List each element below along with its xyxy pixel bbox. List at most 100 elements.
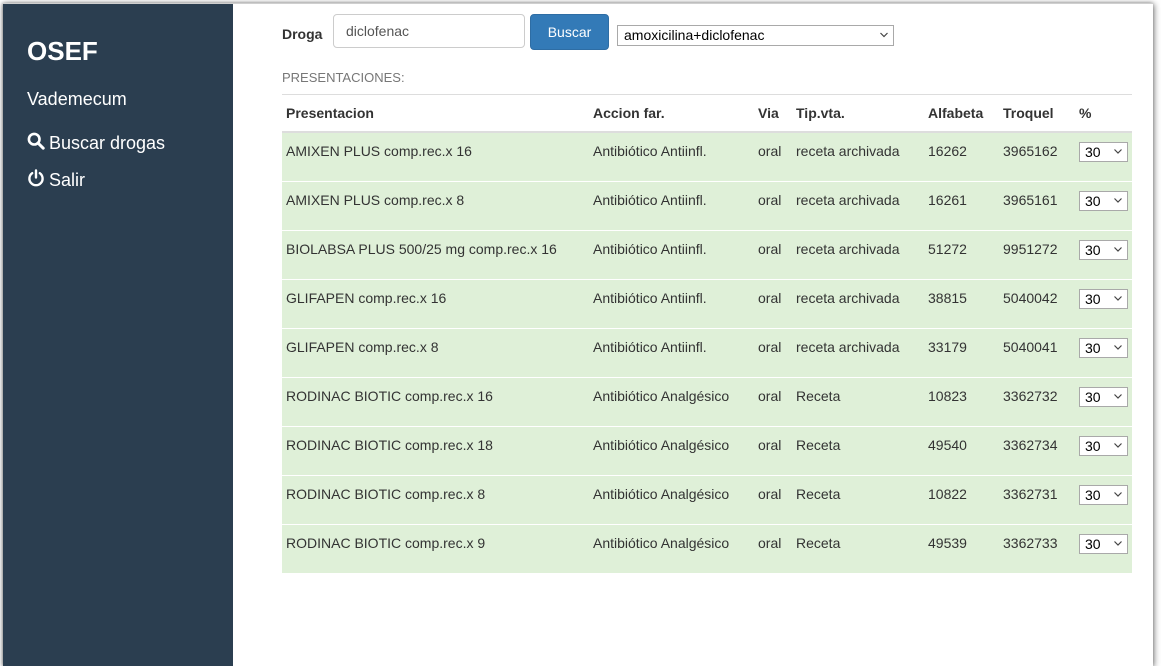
pct-value: 30 [1085, 535, 1101, 552]
pct-select[interactable]: 30 [1079, 386, 1128, 407]
cell-alfabeta: 10823 [924, 376, 999, 426]
col-header-via[interactable]: Via [754, 94, 792, 133]
app-window: OSEF Vademecum Buscar drogas Salir Droga… [3, 3, 1153, 666]
pct-select[interactable]: 30 [1079, 435, 1128, 457]
nav-salir[interactable]: Salir [27, 169, 85, 192]
cell-presentacion: BIOLABSA PLUS 500/25 mg comp.rec.x 16 [282, 229, 589, 279]
chevron-down-icon [1113, 192, 1123, 212]
cell-troquel: 9951272 [999, 229, 1075, 279]
cell-pct: 30 [1075, 327, 1132, 377]
cell-presentacion: RODINAC BIOTIC comp.rec.x 16 [282, 376, 589, 426]
cell-alfabeta: 38815 [924, 278, 999, 328]
cell-presentacion: RODINAC BIOTIC comp.rec.x 8 [282, 474, 589, 524]
cell-accion: Antibiótico Antiinfl. [589, 278, 754, 328]
cell-via: oral [754, 327, 792, 377]
table-row[interactable]: GLIFAPEN comp.rec.x 8 Antibiótico Antiinf… [282, 327, 1132, 377]
cell-via: oral [754, 376, 792, 426]
sidebar: OSEF Vademecum Buscar drogas Salir [3, 4, 233, 666]
cell-pct: 30 [1075, 278, 1132, 328]
cell-via: oral [754, 131, 792, 181]
col-header-accion[interactable]: Accion far. [589, 94, 754, 133]
cell-pct: 30 [1075, 376, 1132, 426]
cell-alfabeta: 16262 [924, 131, 999, 181]
chevron-down-icon [1113, 339, 1123, 359]
presentaciones-table: Presentacion Accion far. Via Tip.vta. Al… [282, 94, 1132, 573]
table-row[interactable]: AMIXEN PLUS comp.rec.x 16 Antibiótico Ant… [282, 131, 1132, 181]
cell-via: oral [754, 180, 792, 230]
chevron-down-icon [1113, 437, 1123, 457]
cell-tipvta: Receta [792, 425, 924, 475]
cell-tipvta: receta archivada [792, 131, 924, 181]
pct-value: 30 [1085, 339, 1101, 356]
cell-pct: 30 [1075, 425, 1132, 475]
chevron-down-icon [1113, 143, 1123, 163]
pct-select[interactable]: 30 [1079, 337, 1128, 359]
cell-troquel: 3362731 [999, 474, 1075, 524]
cell-presentacion: AMIXEN PLUS comp.rec.x 8 [282, 180, 589, 230]
pct-select[interactable]: 30 [1079, 239, 1128, 261]
cell-alfabeta: 16261 [924, 180, 999, 230]
table-row[interactable]: RODINAC BIOTIC comp.rec.x 9 Antibiótico A… [282, 523, 1132, 573]
cell-pct: 30 [1075, 523, 1132, 573]
cell-via: oral [754, 523, 792, 573]
chevron-down-icon [879, 27, 889, 48]
cell-presentacion: GLIFAPEN comp.rec.x 8 [282, 327, 589, 377]
droga-label: Droga [282, 26, 323, 42]
chevron-down-icon [1113, 535, 1123, 555]
cell-troquel: 3965161 [999, 180, 1075, 230]
search-icon [27, 132, 49, 155]
col-header-pct[interactable]: % [1075, 94, 1132, 133]
col-header-alfabeta[interactable]: Alfabeta [924, 94, 999, 133]
cell-tipvta: Receta [792, 523, 924, 573]
chevron-down-icon [1113, 486, 1123, 506]
table-row[interactable]: RODINAC BIOTIC comp.rec.x 16 Antibiótico … [282, 376, 1132, 426]
app-subtitle: Vademecum [27, 89, 127, 109]
cell-accion: Antibiótico Analgésico [589, 523, 754, 573]
table-row[interactable]: AMIXEN PLUS comp.rec.x 8 Antibiótico Anti… [282, 180, 1132, 230]
cell-troquel: 3362733 [999, 523, 1075, 573]
chevron-down-icon [1113, 290, 1123, 310]
cell-pct: 30 [1075, 131, 1132, 181]
cell-troquel: 3362734 [999, 425, 1075, 475]
pct-select[interactable]: 30 [1079, 288, 1128, 310]
table-row[interactable]: BIOLABSA PLUS 500/25 mg comp.rec.x 16 Ant… [282, 229, 1132, 279]
drug-combination-select[interactable]: amoxicilina+diclofenac [617, 25, 894, 46]
cell-accion: Antibiótico Antiinfl. [589, 229, 754, 279]
pct-value: 30 [1085, 486, 1101, 503]
pct-value: 30 [1085, 437, 1101, 454]
table-row[interactable]: RODINAC BIOTIC comp.rec.x 8 Antibiótico A… [282, 474, 1132, 524]
cell-via: oral [754, 278, 792, 328]
cell-accion: Antibiótico Analgésico [589, 474, 754, 524]
cell-alfabeta: 49539 [924, 523, 999, 573]
cell-tipvta: receta archivada [792, 278, 924, 328]
cell-presentacion: RODINAC BIOTIC comp.rec.x 18 [282, 425, 589, 475]
droga-input[interactable] [333, 14, 525, 48]
col-header-presentacion[interactable]: Presentacion [282, 94, 589, 133]
cell-pct: 30 [1075, 180, 1132, 230]
table-row[interactable]: GLIFAPEN comp.rec.x 16 Antibiótico Antiin… [282, 278, 1132, 328]
pct-select[interactable]: 30 [1079, 484, 1128, 506]
cell-tipvta: receta archivada [792, 180, 924, 230]
cell-alfabeta: 51272 [924, 229, 999, 279]
col-header-tipvta[interactable]: Tip.vta. [792, 94, 924, 133]
pct-select[interactable]: 30 [1079, 142, 1128, 162]
pct-select[interactable]: 30 [1079, 533, 1128, 555]
nav-buscar-drogas[interactable]: Buscar drogas [27, 132, 165, 155]
cell-accion: Antibiótico Antiinfl. [589, 327, 754, 377]
col-header-troquel[interactable]: Troquel [999, 94, 1075, 133]
table-row[interactable]: RODINAC BIOTIC comp.rec.x 18 Antibiótico … [282, 425, 1132, 475]
cell-tipvta: receta archivada [792, 229, 924, 279]
cell-presentacion: RODINAC BIOTIC comp.rec.x 9 [282, 523, 589, 573]
cell-accion: Antibiótico Antiinfl. [589, 180, 754, 230]
buscar-button[interactable]: Buscar [530, 14, 609, 50]
chevron-down-icon [1113, 241, 1123, 261]
cell-accion: Antibiótico Analgésico [589, 425, 754, 475]
pct-value: 30 [1085, 290, 1101, 307]
main-content: Droga Buscar amoxicilina+diclofenac PRES… [235, 4, 1153, 666]
cell-troquel: 5040041 [999, 327, 1075, 377]
pct-value: 30 [1085, 144, 1101, 160]
cell-via: oral [754, 229, 792, 279]
cell-troquel: 5040042 [999, 278, 1075, 328]
pct-select[interactable]: 30 [1079, 190, 1128, 212]
pct-value: 30 [1085, 388, 1101, 405]
